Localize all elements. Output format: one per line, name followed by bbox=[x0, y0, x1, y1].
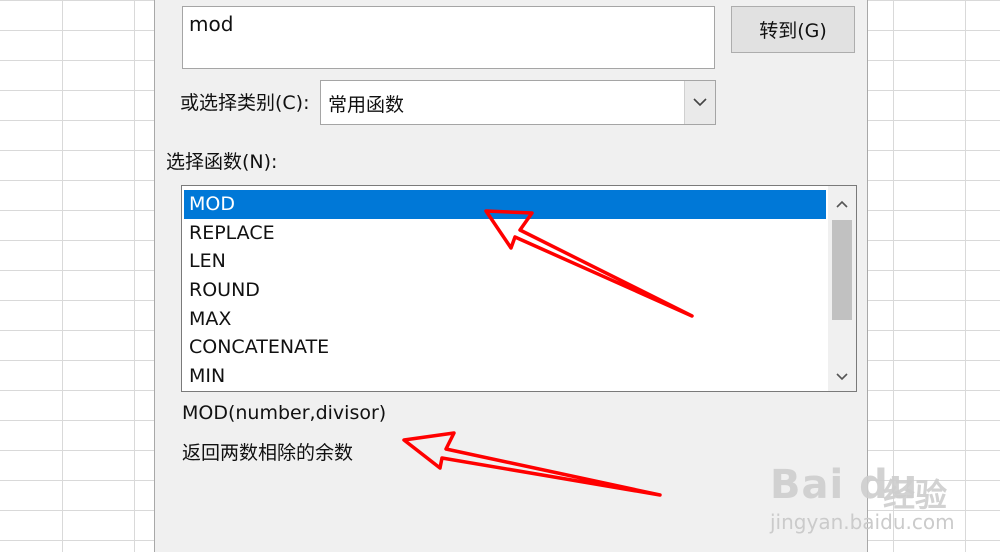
function-list[interactable]: MOD REPLACE LEN ROUND MAX CONCATENATE MI… bbox=[181, 185, 857, 392]
list-item[interactable]: REPLACE bbox=[184, 219, 826, 248]
category-value: 常用函数 bbox=[328, 94, 405, 116]
search-function-input[interactable]: mod bbox=[182, 6, 715, 69]
spreadsheet-grid-left bbox=[0, 0, 154, 552]
insert-function-dialog: mod 转到(G) 或选择类别(C): 常用函数 选择函数(N): MOD RE… bbox=[154, 0, 868, 552]
function-signature: MOD(number,divisor) bbox=[182, 402, 387, 424]
list-item[interactable]: MOD bbox=[184, 190, 826, 219]
go-button[interactable]: 转到(G) bbox=[731, 6, 855, 53]
category-select[interactable]: 常用函数 bbox=[320, 80, 716, 125]
baidu-watermark-url: jingyan.baidu.com bbox=[770, 510, 955, 534]
list-item[interactable]: CONCATENATE bbox=[184, 333, 826, 362]
function-description: 返回两数相除的余数 bbox=[182, 442, 354, 464]
list-item[interactable]: MAX bbox=[184, 305, 826, 334]
function-list-items: MOD REPLACE LEN ROUND MAX CONCATENATE MI… bbox=[184, 190, 826, 391]
list-item[interactable]: MIN bbox=[184, 362, 826, 391]
list-item[interactable]: LEN bbox=[184, 247, 826, 276]
category-label: 或选择类别(C): bbox=[180, 92, 310, 114]
scroll-down-icon[interactable] bbox=[828, 363, 856, 391]
list-item[interactable]: ROUND bbox=[184, 276, 826, 305]
search-function-text: mod bbox=[189, 12, 234, 36]
vertical-scrollbar[interactable] bbox=[828, 186, 856, 391]
scroll-up-icon[interactable] bbox=[828, 190, 856, 218]
chevron-down-icon[interactable] bbox=[684, 81, 715, 124]
scroll-thumb[interactable] bbox=[832, 220, 852, 320]
function-list-label: 选择函数(N): bbox=[166, 151, 278, 173]
